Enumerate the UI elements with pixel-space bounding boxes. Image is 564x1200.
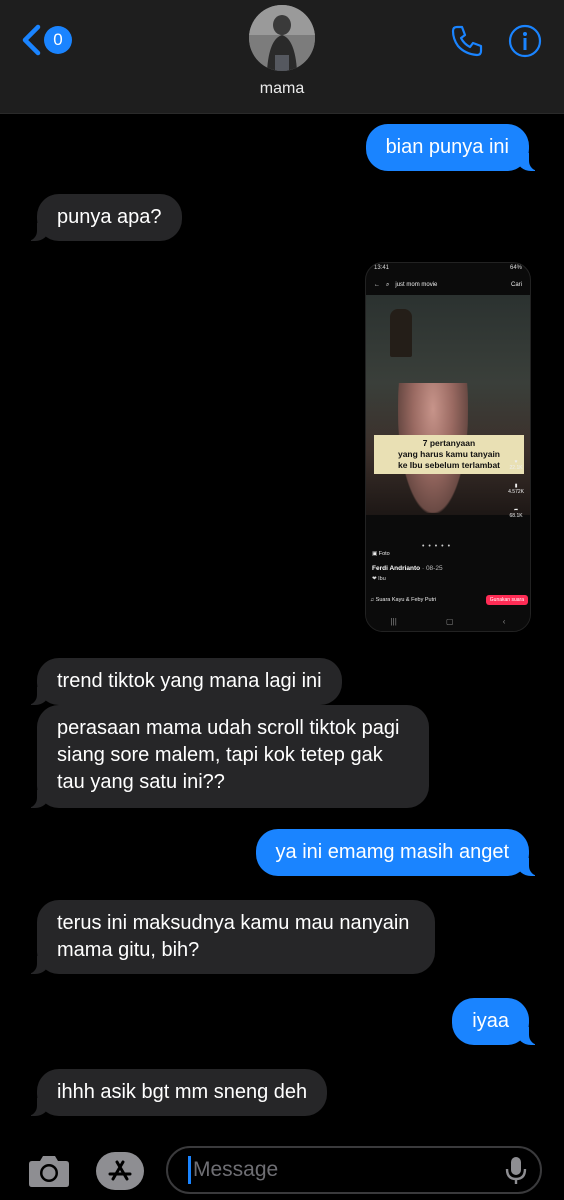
contact-avatar[interactable] xyxy=(249,5,315,71)
image-foto-text: Foto xyxy=(378,551,390,557)
message-bubble-incoming[interactable]: trend tiktok yang mana lagi ini xyxy=(25,658,342,705)
image-tag-text: Ibu xyxy=(378,576,386,582)
text-cursor xyxy=(188,1156,191,1184)
conversation-header: 0 mama xyxy=(0,0,564,114)
image-music-text: Suara Kayu & Feby Putri xyxy=(375,597,437,603)
image-search-icon: ⌕ xyxy=(386,281,390,288)
message-input[interactable]: Message xyxy=(166,1146,542,1194)
message-text: ya ini emamg masih anget xyxy=(275,841,509,863)
image-back-arrow-icon: ← xyxy=(374,282,380,288)
image-music-row: ♫ Suara Kayu & Feby Putri Gunakan suara xyxy=(370,595,528,605)
image-foto-label: ▣ Foto xyxy=(372,551,390,557)
info-button[interactable] xyxy=(508,24,542,63)
message-text: ihhh asik bgt mm sneng deh xyxy=(57,1081,308,1103)
image-author: Ferdi Andrianto · 08-25 xyxy=(372,565,443,572)
camera-icon xyxy=(29,1156,69,1187)
message-image-attachment[interactable]: 13:41 64% ← ⌕ just mom movie Cari 7 perta… xyxy=(365,262,531,632)
chevron-left-icon xyxy=(22,24,41,56)
image-author-name: Ferdi Andrianto xyxy=(372,565,421,572)
image-wall-clock xyxy=(390,309,412,357)
message-bubble-incoming[interactable]: ihhh asik bgt mm sneng deh xyxy=(24,1069,328,1116)
app-store-button[interactable] xyxy=(96,1152,144,1190)
microphone-button[interactable] xyxy=(504,1156,528,1191)
image-status-time: 13:41 xyxy=(374,265,390,271)
message-bubble-outgoing[interactable]: iyaa xyxy=(452,998,541,1045)
image-use-sound-button: Gunakan suara xyxy=(485,595,528,605)
unread-count-badge: 0 xyxy=(44,26,72,54)
image-likes: 22.1K xyxy=(509,465,523,471)
image-tag: ❤ Ibu xyxy=(372,576,386,582)
app-store-icon xyxy=(108,1160,132,1181)
message-bubble-incoming[interactable]: punya apa? xyxy=(25,194,182,241)
image-saves: 4.572K xyxy=(508,489,524,495)
message-bubble-incoming[interactable]: terus ini maksudnya kamu mau nanyain mam… xyxy=(25,900,435,974)
camera-button[interactable] xyxy=(28,1152,70,1193)
image-shares: 68.1K xyxy=(509,513,523,519)
image-post-date: · 08-25 xyxy=(421,565,443,572)
image-caption-line: ke Ibu sebelum terlambat xyxy=(397,460,501,470)
back-button[interactable]: 0 xyxy=(20,24,72,56)
image-recents-icon: ||| xyxy=(390,616,397,626)
call-button[interactable] xyxy=(450,24,484,63)
image-side-actions: ♥ 22.1K ▮ 4.572K ➦ 68.1K xyxy=(508,459,524,519)
image-caption-line: yang harus kamu tanyain xyxy=(397,449,501,459)
message-text: punya apa? xyxy=(57,206,162,228)
image-caption-line: 7 pertanyaan xyxy=(422,438,476,448)
microphone-icon xyxy=(505,1157,527,1184)
image-carousel-dots: • • • • • xyxy=(422,543,452,550)
phone-icon xyxy=(451,25,483,57)
image-home-icon: ▢ xyxy=(445,616,454,626)
message-text: trend tiktok yang mana lagi ini xyxy=(57,670,322,692)
image-status-battery: 64% xyxy=(509,265,522,271)
message-text: bian punya ini xyxy=(385,136,509,158)
message-text: terus ini maksudnya kamu mau nanyain mam… xyxy=(57,912,410,961)
image-status-bar: 13:41 64% xyxy=(366,263,530,275)
image-android-nav: ||| ▢ ‹ xyxy=(366,611,530,631)
message-input-placeholder: Message xyxy=(193,1158,279,1181)
image-search-bar: ← ⌕ just mom movie Cari xyxy=(366,277,530,293)
info-icon xyxy=(508,24,542,58)
message-bubble-outgoing[interactable]: bian punya ini xyxy=(365,124,542,171)
contact-name[interactable]: mama xyxy=(0,80,564,98)
message-bubble-outgoing[interactable]: ya ini emamg masih anget xyxy=(255,829,542,876)
image-search-button: Cari xyxy=(510,282,522,288)
message-bubble-incoming[interactable]: perasaan mama udah scroll tiktok pagi si… xyxy=(25,705,429,808)
image-back-icon: ‹ xyxy=(502,616,506,626)
image-video-frame xyxy=(366,295,530,515)
image-caption: 7 pertanyaan yang harus kamu tanyain ke … xyxy=(374,435,524,474)
message-text: perasaan mama udah scroll tiktok pagi si… xyxy=(57,717,400,793)
image-search-text: just mom movie xyxy=(395,282,438,288)
message-text: iyaa xyxy=(472,1010,509,1032)
